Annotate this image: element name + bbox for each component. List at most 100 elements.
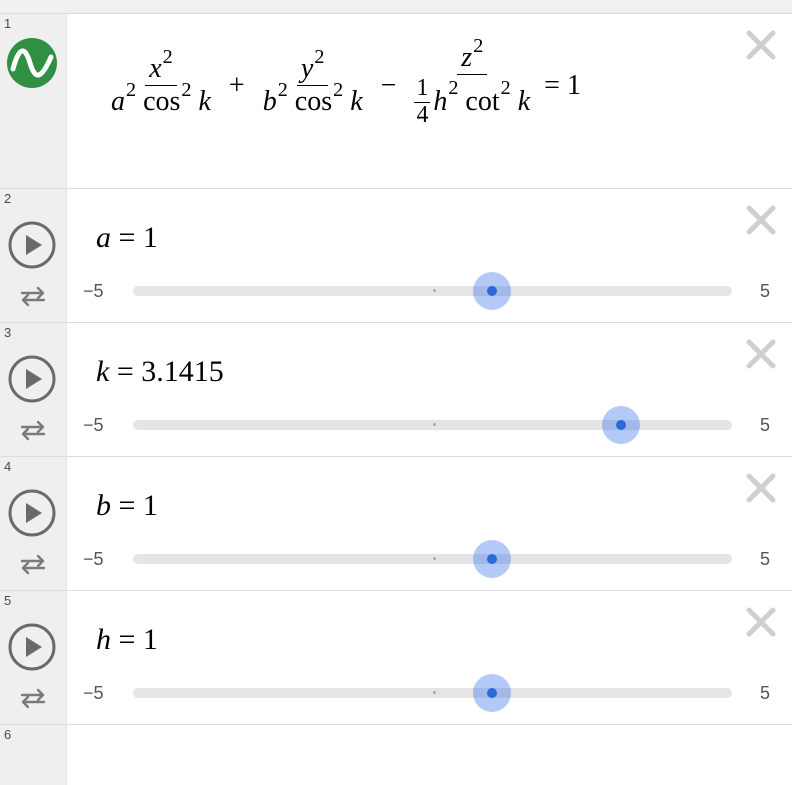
slider-zero-tick bbox=[432, 691, 436, 694]
slider-min-label[interactable]: −5 bbox=[83, 281, 104, 302]
equation[interactable]: x2 a2 cos2 k + y2 b2 cos2 k − z2 1 4 h 2… bbox=[103, 36, 581, 128]
row-gutter: 1 bbox=[0, 14, 67, 188]
row-number: 3 bbox=[4, 325, 12, 340]
slider-zero-tick bbox=[432, 557, 436, 560]
var-k: k bbox=[198, 86, 211, 118]
delete-expression-button[interactable] bbox=[744, 471, 778, 505]
slider-row[interactable]: 3 k = 3.1415 −5 5 bbox=[0, 323, 792, 457]
slider-variable: k bbox=[96, 355, 110, 388]
slider-expression[interactable]: h = 1 bbox=[96, 623, 158, 657]
slider-max-label[interactable]: 5 bbox=[760, 683, 770, 704]
slider-content[interactable]: h = 1 −5 5 bbox=[67, 591, 792, 724]
graph-wave-icon[interactable] bbox=[7, 38, 57, 88]
var-z: z bbox=[461, 42, 473, 73]
slider-thumb[interactable] bbox=[601, 406, 640, 444]
slider-variable: a bbox=[96, 221, 111, 254]
slider-row[interactable]: 5 h = 1 −5 5 bbox=[0, 591, 792, 725]
play-icon[interactable] bbox=[8, 623, 56, 671]
exponent: 2 bbox=[500, 77, 511, 100]
delete-expression-button[interactable] bbox=[744, 337, 778, 371]
slider-thumb[interactable] bbox=[473, 272, 512, 310]
slider-thumb-dot bbox=[487, 554, 498, 564]
expression-row[interactable]: 1 x2 a2 cos2 k + y2 b2 cos2 k − z2 1 4 h… bbox=[0, 14, 792, 189]
slider-track[interactable] bbox=[133, 674, 732, 712]
slider-min-label[interactable]: −5 bbox=[83, 415, 104, 436]
slider-zero-tick bbox=[432, 423, 436, 426]
slider-max-label[interactable]: 5 bbox=[760, 549, 770, 570]
slider-thumb[interactable] bbox=[473, 674, 512, 712]
slider-expression[interactable]: b = 1 bbox=[96, 489, 158, 523]
var-k: k bbox=[350, 86, 363, 118]
expression-content[interactable]: x2 a2 cos2 k + y2 b2 cos2 k − z2 1 4 h 2… bbox=[67, 14, 792, 188]
slider-content[interactable]: a = 1 −5 5 bbox=[67, 189, 792, 322]
loop-icon[interactable] bbox=[19, 419, 47, 441]
slider-min-label[interactable]: −5 bbox=[83, 683, 104, 704]
row-gutter: 5 bbox=[0, 591, 67, 724]
slider-value: = 1 bbox=[118, 623, 158, 656]
fraction-term-3: z2 1 4 h2 cot 2 k bbox=[410, 36, 534, 128]
var-b: b bbox=[262, 86, 277, 118]
var-y: y bbox=[300, 53, 314, 85]
row-number: 4 bbox=[4, 459, 12, 474]
slider-value: = 1 bbox=[118, 221, 158, 254]
row-gutter: 6 bbox=[0, 725, 67, 785]
slider-value: = 3.1415 bbox=[116, 355, 224, 388]
slider-max-label[interactable]: 5 bbox=[760, 415, 770, 436]
coef-denominator: 4 bbox=[416, 101, 429, 128]
operator-minus: − bbox=[380, 69, 397, 101]
slider-thumb-dot bbox=[487, 286, 498, 296]
row-number: 1 bbox=[4, 16, 12, 31]
delete-expression-button[interactable] bbox=[744, 203, 778, 237]
expression-list: 1 x2 a2 cos2 k + y2 b2 cos2 k − z2 1 4 h… bbox=[0, 14, 792, 785]
fraction-term-1: x2 a2 cos2 k bbox=[107, 47, 215, 118]
exponent: 2 bbox=[162, 46, 173, 69]
list-top-strip bbox=[0, 0, 792, 14]
slider-thumb[interactable] bbox=[473, 540, 512, 578]
operator-plus: + bbox=[228, 69, 245, 101]
fn-cos: cos bbox=[143, 86, 181, 118]
slider-zero-tick bbox=[432, 289, 436, 292]
loop-icon[interactable] bbox=[19, 285, 47, 307]
row-number: 6 bbox=[4, 727, 12, 742]
slider-expression[interactable]: k = 3.1415 bbox=[96, 355, 224, 389]
slider-max-label[interactable]: 5 bbox=[760, 281, 770, 302]
var-x: x bbox=[149, 53, 162, 85]
exponent: 2 bbox=[333, 79, 344, 102]
play-icon[interactable] bbox=[8, 355, 56, 403]
fn-cos: cos bbox=[294, 86, 333, 118]
fraction-term-2: y2 b2 cos2 k bbox=[259, 47, 367, 118]
delete-expression-button[interactable] bbox=[744, 605, 778, 639]
play-icon[interactable] bbox=[8, 489, 56, 537]
delete-expression-button[interactable] bbox=[744, 28, 778, 62]
play-icon[interactable] bbox=[8, 221, 56, 269]
coefficient-fraction: 1 4 bbox=[414, 76, 431, 128]
slider-track[interactable] bbox=[133, 540, 732, 578]
slider-value: = 1 bbox=[118, 489, 158, 522]
exponent: 2 bbox=[448, 77, 459, 100]
slider-track[interactable] bbox=[133, 272, 732, 310]
empty-expression-row[interactable]: 6 bbox=[0, 725, 792, 785]
exponent: 2 bbox=[314, 46, 325, 69]
exponent: 2 bbox=[277, 79, 288, 102]
slider-content[interactable]: k = 3.1415 −5 5 bbox=[67, 323, 792, 456]
exponent: 2 bbox=[473, 34, 484, 57]
slider-row[interactable]: 2 a = 1 −5 5 bbox=[0, 189, 792, 323]
slider-content[interactable]: b = 1 −5 5 bbox=[67, 457, 792, 590]
exponent: 2 bbox=[181, 79, 192, 102]
var-h: h bbox=[433, 86, 448, 118]
slider-min-label[interactable]: −5 bbox=[83, 549, 104, 570]
new-expression-input[interactable] bbox=[67, 725, 792, 785]
row-gutter: 3 bbox=[0, 323, 67, 456]
slider-expression[interactable]: a = 1 bbox=[96, 221, 158, 255]
row-gutter: 4 bbox=[0, 457, 67, 590]
slider-variable: b bbox=[96, 489, 111, 522]
slider-row[interactable]: 4 b = 1 −5 5 bbox=[0, 457, 792, 591]
exponent: 2 bbox=[126, 79, 137, 102]
slider-track[interactable] bbox=[133, 406, 732, 444]
loop-icon[interactable] bbox=[19, 553, 47, 575]
slider-variable: h bbox=[96, 623, 111, 656]
equation-rhs: = 1 bbox=[544, 69, 581, 101]
loop-icon[interactable] bbox=[19, 687, 47, 709]
var-a: a bbox=[111, 86, 125, 118]
slider-thumb-dot bbox=[615, 420, 626, 430]
